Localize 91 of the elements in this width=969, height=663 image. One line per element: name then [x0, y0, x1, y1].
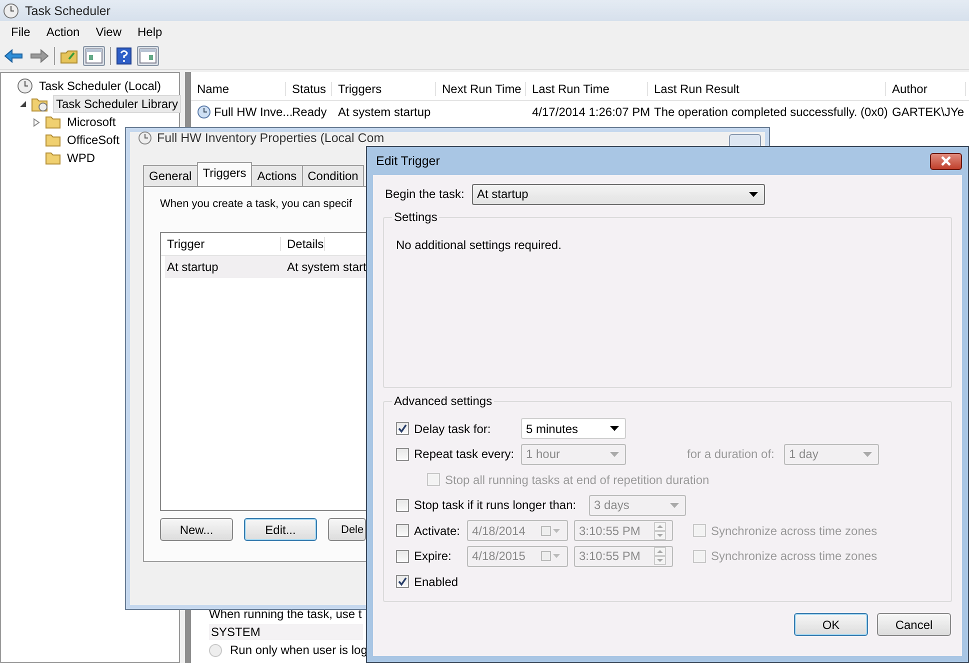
field-label: for a duration of:: [687, 447, 776, 462]
checkbox[interactable]: [396, 422, 409, 436]
caret-icon: [670, 502, 679, 508]
table-cell: 4/17/2014 1:26:07 PM: [532, 105, 650, 119]
close-icon: [940, 156, 952, 166]
menu-item[interactable]: Help: [130, 23, 170, 41]
checkbox[interactable]: [693, 550, 706, 563]
caret-icon: [749, 192, 758, 196]
dialog-button[interactable]: Dele: [328, 518, 366, 541]
tree-item[interactable]: Task Scheduler Library: [53, 95, 182, 113]
checkbox-label: Stop task if it runs longer than:: [414, 498, 578, 512]
spinner-icon: [654, 522, 666, 540]
table-cell: At system startup: [338, 105, 431, 119]
field-label: Begin the task:: [384, 187, 466, 201]
column-header[interactable]: Name: [191, 82, 286, 96]
close-button[interactable]: [930, 152, 962, 170]
dialog-button[interactable]: Edit...: [244, 518, 317, 541]
table-cell: The operation completed successfully. (0x0): [654, 105, 888, 119]
tree-item[interactable]: Task Scheduler (Local): [37, 78, 164, 94]
calendar-dropdown-icon: [541, 524, 561, 537]
table-cell: GARTEK\JYe: [892, 105, 964, 119]
column-header[interactable]: Triggers: [332, 82, 436, 96]
checkbox-label: Delay task for:: [414, 422, 492, 436]
column-header[interactable]: Author: [886, 82, 966, 96]
table-cell: Ready: [292, 105, 327, 119]
folder-clock-icon: [31, 96, 49, 112]
caret-icon: [610, 452, 619, 457]
clock-icon: [17, 78, 33, 94]
checkbox-label: Synchronize across time zones: [711, 549, 878, 564]
checkbox[interactable]: [396, 524, 409, 538]
checkbox-label: Activate:: [414, 524, 462, 538]
checkbox[interactable]: [396, 448, 409, 461]
menu-item[interactable]: View: [88, 23, 130, 41]
begin-dropdown[interactable]: At startup: [472, 184, 765, 204]
column-header[interactable]: Last Run Time: [526, 82, 648, 96]
clock-icon: [197, 105, 211, 119]
expanded-arrow-icon[interactable]: [19, 100, 27, 108]
radio-button[interactable]: [209, 644, 222, 656]
folder-icon: [45, 151, 61, 165]
menu-item[interactable]: File: [3, 23, 38, 41]
clock-icon: [138, 130, 152, 144]
checkbox[interactable]: [396, 575, 409, 588]
spinner-icon: [654, 547, 666, 566]
tree-item[interactable]: OfficeSoft: [65, 132, 122, 148]
dialog-title: Edit Trigger: [376, 154, 440, 168]
column-header[interactable]: Next Run Time: [436, 82, 526, 96]
folder-icon: [45, 133, 61, 147]
window-title: Task Scheduler: [25, 4, 110, 18]
checkbox[interactable]: [396, 550, 409, 563]
calendar-dropdown-icon: [541, 550, 561, 562]
caret-icon: [863, 452, 872, 457]
account-label: When running the task, use t: [209, 607, 363, 621]
checkbox-label: Repeat task every:: [414, 447, 516, 462]
tab[interactable]: General: [143, 165, 198, 186]
dialog-button[interactable]: New...: [160, 518, 233, 541]
tab[interactable]: Condition: [302, 165, 364, 186]
checkbox-label: Stop all running tasks at end of repetition duration: [445, 472, 710, 487]
tree-item[interactable]: Microsoft: [65, 114, 118, 130]
group-title: Advanced settings: [393, 394, 494, 408]
menu-item[interactable]: Action: [38, 23, 88, 41]
description-text: When you create a task, you can specif: [160, 198, 352, 210]
checkbox-label: Synchronize across time zones: [711, 524, 878, 538]
account-name: SYSTEM: [209, 624, 363, 640]
tab[interactable]: Triggers: [196, 162, 252, 186]
column-header[interactable]: Details: [281, 237, 325, 251]
folder-icon: [45, 115, 61, 129]
dialog-button[interactable]: Cancel: [877, 613, 951, 636]
dialog-title: Full HW Inventory Properties (Local Com: [157, 130, 384, 144]
checkbox-label: Enabled: [414, 574, 458, 589]
delay-dropdown[interactable]: 5 minutes: [521, 418, 626, 440]
forward-arrow-icon[interactable]: [29, 48, 49, 64]
group-title: Settings: [393, 210, 438, 224]
help-icon[interactable]: [116, 47, 132, 65]
table-cell: Full HW Inve...: [214, 105, 293, 119]
clock-icon: [3, 2, 19, 18]
panel-icon[interactable]: [83, 46, 105, 66]
collapsed-arrow-icon[interactable]: [33, 118, 41, 126]
settings-note: No additional settings required.: [396, 238, 562, 252]
checkbox[interactable]: [396, 498, 409, 512]
back-arrow-icon[interactable]: [4, 48, 24, 64]
column-header[interactable]: Trigger: [161, 237, 281, 251]
checkbox-label: Expire:: [414, 549, 452, 564]
tab[interactable]: Actions: [251, 165, 303, 186]
dialog-button[interactable]: OK: [794, 613, 868, 636]
checkbox[interactable]: [693, 524, 706, 538]
tree-item[interactable]: WPD: [65, 150, 97, 166]
column-header[interactable]: Last Run Result: [648, 82, 886, 96]
column-header[interactable]: Status: [286, 82, 332, 96]
folder-icon[interactable]: [60, 48, 78, 64]
panel-icon[interactable]: [137, 46, 159, 66]
caret-icon: [610, 426, 619, 432]
